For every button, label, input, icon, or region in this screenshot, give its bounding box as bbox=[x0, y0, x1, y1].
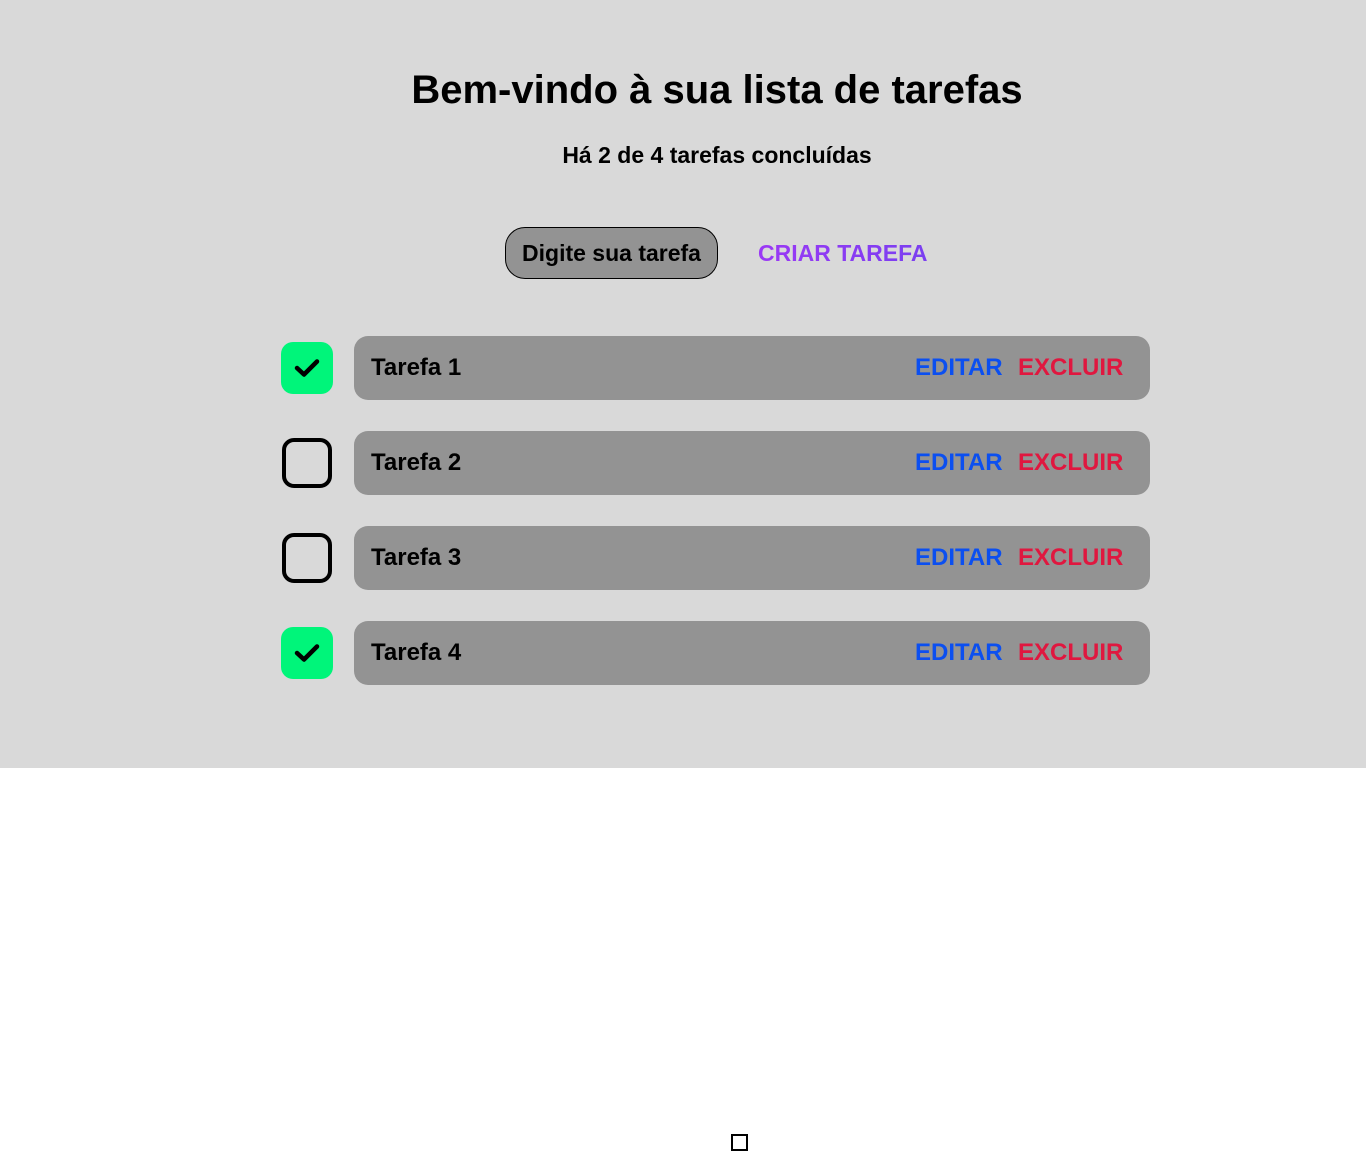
task-input[interactable] bbox=[505, 227, 718, 279]
delete-button[interactable]: EXCLUIR bbox=[1018, 431, 1123, 495]
task-name: Tarefa 3 bbox=[371, 544, 462, 571]
task-checkbox[interactable] bbox=[281, 342, 333, 394]
create-task-button[interactable]: CRIAR TAREFA bbox=[758, 236, 928, 270]
app-container: Bem-vindo à sua lista de tarefas Há 2 de… bbox=[0, 0, 1366, 768]
task-item: Tarefa 1 EDITAR EXCLUIR bbox=[354, 336, 1150, 400]
completed-count: Há 2 de 4 tarefas concluídas bbox=[562, 142, 872, 168]
small-square-icon bbox=[731, 1134, 748, 1151]
edit-button[interactable]: EDITAR bbox=[915, 526, 1003, 590]
task-checkbox[interactable] bbox=[282, 533, 332, 583]
edit-button[interactable]: EDITAR bbox=[915, 621, 1003, 685]
task-item: Tarefa 4 EDITAR EXCLUIR bbox=[354, 621, 1150, 685]
delete-button[interactable]: EXCLUIR bbox=[1018, 336, 1123, 400]
task-row: Tarefa 2 EDITAR EXCLUIR bbox=[281, 431, 1150, 495]
task-item: Tarefa 3 EDITAR EXCLUIR bbox=[354, 526, 1150, 590]
task-name: Tarefa 4 bbox=[371, 639, 462, 666]
task-item: Tarefa 2 EDITAR EXCLUIR bbox=[354, 431, 1150, 495]
task-row: Tarefa 1 EDITAR EXCLUIR bbox=[281, 336, 1150, 400]
task-name: Tarefa 1 bbox=[371, 354, 462, 381]
checkmark-icon bbox=[294, 359, 320, 377]
task-row: Tarefa 4 EDITAR EXCLUIR bbox=[281, 621, 1150, 685]
checkmark-icon bbox=[294, 644, 320, 662]
edit-button[interactable]: EDITAR bbox=[915, 431, 1003, 495]
task-row: Tarefa 3 EDITAR EXCLUIR bbox=[281, 526, 1150, 590]
task-name: Tarefa 2 bbox=[371, 449, 462, 476]
delete-button[interactable]: EXCLUIR bbox=[1018, 526, 1123, 590]
page-title: Bem-vindo à sua lista de tarefas bbox=[411, 68, 1023, 112]
delete-button[interactable]: EXCLUIR bbox=[1018, 621, 1123, 685]
task-checkbox[interactable] bbox=[282, 438, 332, 488]
edit-button[interactable]: EDITAR bbox=[915, 336, 1003, 400]
task-checkbox[interactable] bbox=[281, 627, 333, 679]
